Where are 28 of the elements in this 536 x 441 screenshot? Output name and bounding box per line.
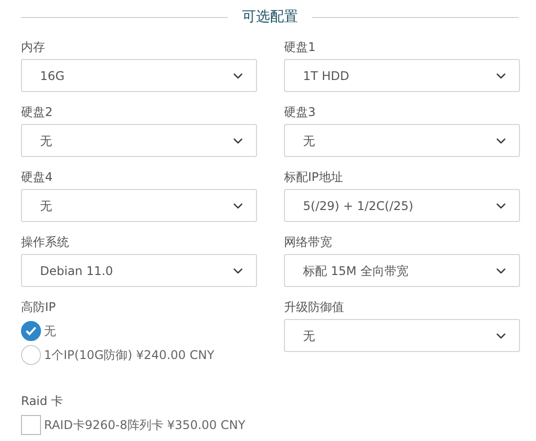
- select-field[interactable]: 无: [284, 124, 520, 157]
- field-label: 硬盘4: [21, 170, 53, 184]
- section-title: 可选配置: [242, 8, 298, 26]
- field-label: 硬盘2: [21, 105, 53, 119]
- option-label: RAID卡9260-8阵列卡 ¥350.00 CNY: [44, 417, 246, 434]
- select-field[interactable]: 无: [21, 189, 257, 222]
- field-label: 内存: [21, 40, 45, 54]
- field-label: 升级防御值: [284, 300, 344, 314]
- option-label: 1个IP(10G防御) ¥240.00 CNY: [44, 347, 214, 364]
- checkbox[interactable]: [21, 415, 41, 435]
- select-field[interactable]: 16G: [21, 59, 257, 92]
- field-label: 标配IP地址: [284, 170, 343, 184]
- select-field[interactable]: 标配 15M 全向带宽: [284, 254, 520, 287]
- field-label: 硬盘3: [284, 105, 316, 119]
- select-field[interactable]: 无: [284, 319, 520, 352]
- field-label: 硬盘1: [284, 40, 316, 54]
- radio-button[interactable]: [21, 321, 41, 341]
- select-field[interactable]: 5(/29) + 1/2C(/25): [284, 189, 520, 222]
- field-label: 操作系统: [21, 235, 69, 249]
- field-label: 网络带宽: [284, 235, 332, 249]
- option-label: 无: [44, 323, 56, 340]
- select-field[interactable]: 无: [21, 124, 257, 157]
- select-field[interactable]: Debian 11.0: [21, 254, 257, 287]
- field-label: 高防IP: [21, 300, 56, 314]
- radio-button[interactable]: [21, 345, 41, 365]
- check-icon: [25, 326, 37, 336]
- select-field[interactable]: 1T HDD: [284, 59, 520, 92]
- field-label: Raid 卡: [21, 394, 64, 408]
